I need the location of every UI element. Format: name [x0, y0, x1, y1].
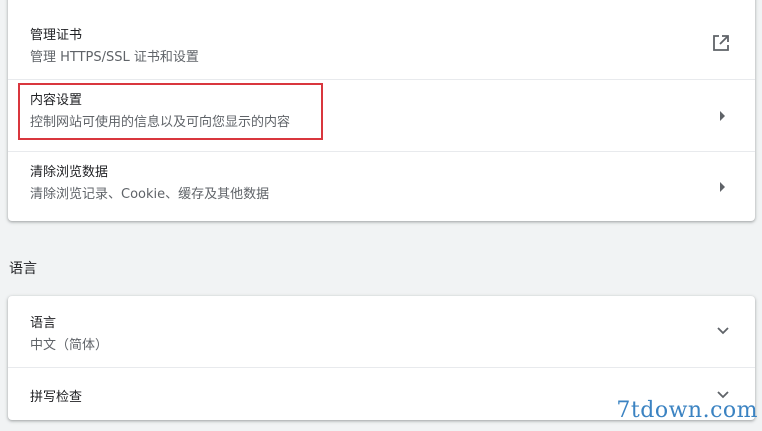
watermark-text: 7tdown.com [616, 398, 758, 423]
spell-check-title: 拼写检查 [30, 390, 83, 405]
clear-browsing-data-title: 清除浏览数据 [30, 165, 109, 180]
manage-certificates-subtitle: 管理 HTTPS/SSL 证书和设置 [30, 50, 199, 65]
privacy-settings-card: 管理证书 管理 HTTPS/SSL 证书和设置 内容设置 控制网站可使用的信息以… [8, 0, 755, 221]
manage-certificates-row[interactable]: 管理证书 管理 HTTPS/SSL 证书和设置 [8, 0, 755, 79]
clear-browsing-data-row[interactable]: 清除浏览数据 清除浏览记录、Cookie、缓存及其他数据 [8, 151, 755, 221]
content-settings-subtitle: 控制网站可使用的信息以及可向您显示的内容 [30, 115, 291, 130]
language-row[interactable]: 语言 中文（简体） [8, 296, 755, 367]
chevron-right-icon[interactable] [718, 110, 726, 122]
external-link-icon[interactable] [712, 34, 730, 52]
clear-browsing-data-subtitle: 清除浏览记录、Cookie、缓存及其他数据 [30, 187, 270, 202]
language-subtitle: 中文（简体） [30, 338, 109, 353]
chevron-down-icon[interactable] [716, 326, 730, 336]
content-settings-row[interactable]: 内容设置 控制网站可使用的信息以及可向您显示的内容 [8, 79, 755, 151]
manage-certificates-title: 管理证书 [30, 28, 83, 43]
content-settings-title: 内容设置 [30, 93, 83, 108]
language-title: 语言 [30, 316, 57, 331]
chevron-right-icon[interactable] [718, 181, 726, 193]
language-section-heading: 语言 [9, 261, 37, 277]
